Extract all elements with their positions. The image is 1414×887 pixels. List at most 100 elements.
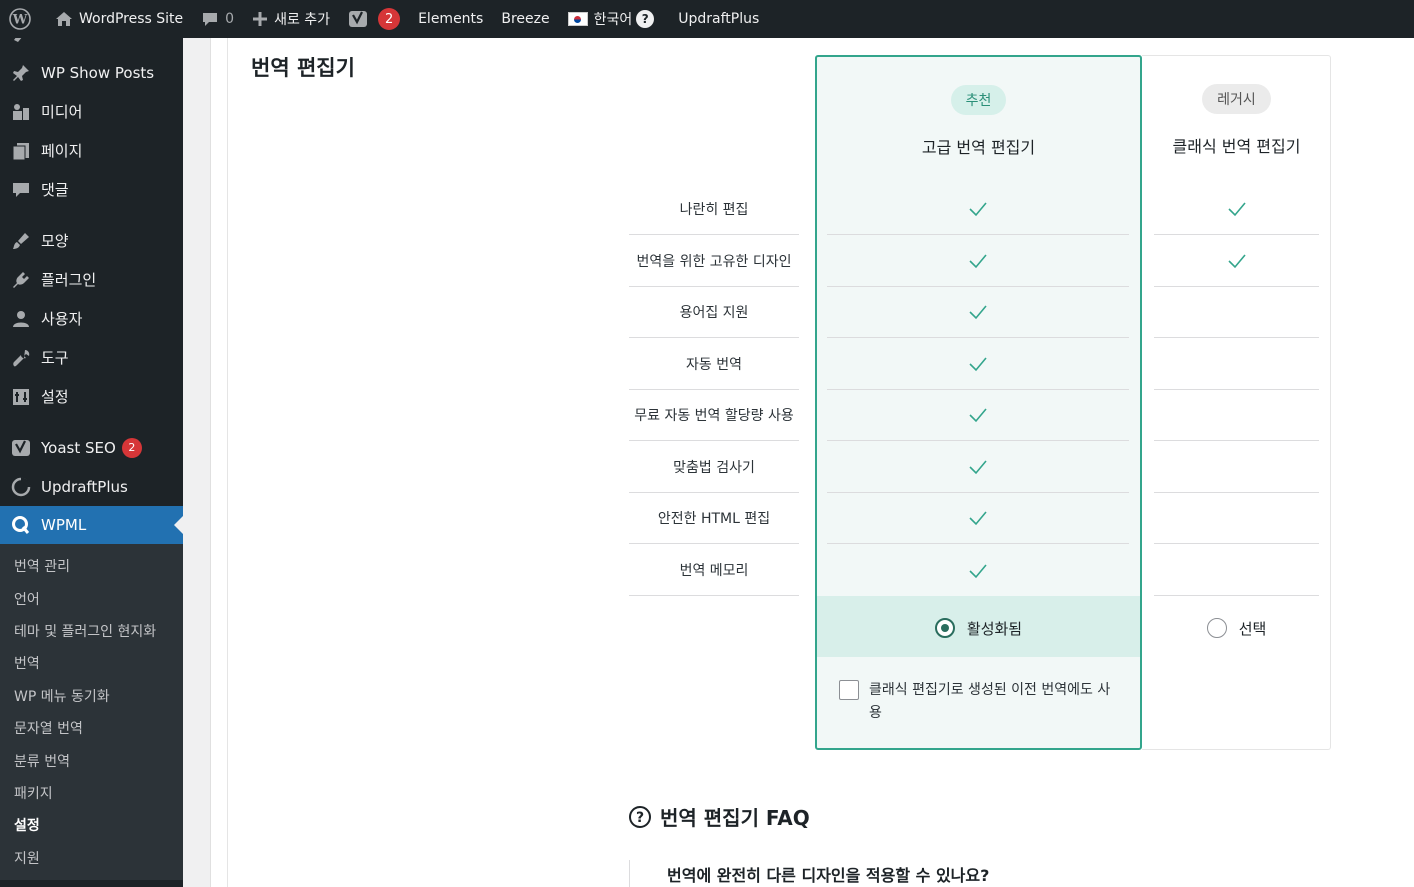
select-label: 선택 — [1238, 619, 1267, 638]
sidebar-item-label: UpdraftPlus — [41, 477, 128, 496]
check-icon — [969, 408, 987, 423]
brush-icon — [10, 230, 32, 252]
advanced-feature-cell — [827, 184, 1129, 235]
classic-feature-cell — [1154, 236, 1319, 287]
yoast-menu[interactable]: 2 — [339, 0, 409, 38]
site-name-link[interactable]: WordPress Site — [46, 0, 192, 38]
feature-label: 번역 메모리 — [629, 545, 799, 596]
submenu-theme-plugin-localization[interactable]: 테마 및 플러그인 현지화 — [0, 615, 183, 647]
classic-editor-radio[interactable] — [1206, 618, 1227, 638]
submenu-settings[interactable]: 설정 — [0, 809, 183, 841]
classic-feature-cell — [1154, 390, 1319, 441]
sidebar-item-tools[interactable]: 도구 — [0, 338, 183, 377]
check-icon — [969, 202, 987, 217]
sidebar-item-appearance[interactable]: 모양 — [0, 221, 183, 260]
advanced-feature-cell — [827, 545, 1129, 596]
check-icon — [969, 254, 987, 269]
check-icon — [969, 511, 987, 526]
sidebar-item-wpml[interactable]: WPML — [0, 506, 183, 544]
advanced-feature-cell — [827, 390, 1129, 441]
faq-title-text: 번역 편집기 FAQ — [660, 806, 810, 830]
sidebar-item-comments[interactable]: 댓글 — [0, 170, 183, 209]
comment-icon — [10, 179, 32, 201]
media-icon — [10, 101, 32, 123]
sidebar-item-plugins[interactable]: 플러그인 — [0, 260, 183, 299]
new-content-label: 새로 추가 — [274, 12, 331, 28]
sidebar-item-label: 사용자 — [41, 310, 83, 328]
submenu-translations[interactable]: 번역 — [0, 647, 183, 679]
check-icon — [1227, 202, 1246, 217]
advanced-feature-cell — [827, 339, 1129, 390]
elements-label: Elements — [418, 11, 484, 27]
new-content-button[interactable]: 새로 추가 — [243, 0, 339, 38]
updraftplus-link[interactable]: UpdraftPlus — [669, 0, 768, 38]
plugin-icon — [10, 269, 32, 291]
feature-label: 무료 자동 번역 할당량 사용 — [629, 390, 799, 441]
sidebar-item-wp-show-posts[interactable]: WP Show Posts — [0, 53, 183, 92]
advanced-feature-cell — [827, 236, 1129, 287]
plus-icon — [252, 11, 268, 27]
advanced-feature-cell — [827, 493, 1129, 544]
submenu-support[interactable]: 지원 — [0, 842, 183, 874]
check-icon — [969, 357, 987, 372]
sidebar-item-label: 도구 — [41, 349, 69, 367]
sidebar-item-updraftplus[interactable]: UpdraftPlus — [0, 467, 183, 506]
feature-label: 번역을 위한 고유한 디자인 — [629, 236, 799, 287]
svg-text:?: ? — [636, 810, 644, 826]
feature-label: 안전한 HTML 편집 — [629, 493, 799, 544]
activated-label: 활성화됨 — [966, 619, 1023, 638]
sidebar-item-media[interactable]: 미디어 — [0, 92, 183, 131]
sidebar-item-label: 페이지 — [41, 142, 83, 160]
submenu-string-translation[interactable]: 문자열 번역 — [0, 712, 183, 744]
check-icon — [969, 563, 987, 578]
breeze-link[interactable]: Breeze — [492, 0, 558, 38]
comment-bubble-icon — [201, 10, 219, 28]
sidebar-separator — [0, 209, 183, 221]
wordpress-logo-button[interactable]: W — [0, 0, 46, 38]
check-icon — [969, 305, 987, 320]
sidebar-item-pages[interactable]: 페이지 — [0, 131, 183, 170]
advanced-editor-radio-option[interactable]: 활성화됨 — [817, 616, 1140, 640]
wpml-submenu: 번역 관리 언어 테마 및 플러그인 현지화 번역 WP 메뉴 동기화 문자열 … — [0, 544, 183, 880]
submenu-translation-management[interactable]: 번역 관리 — [0, 550, 183, 582]
recommended-badge: 추천 — [951, 85, 1006, 115]
submenu-languages[interactable]: 언어 — [0, 582, 183, 614]
svg-text:W: W — [12, 13, 28, 28]
help-icon[interactable]: ? — [636, 10, 655, 28]
submenu-wp-menu-sync[interactable]: WP 메뉴 동기화 — [0, 680, 183, 712]
comments-link[interactable]: 0 — [192, 0, 243, 38]
updraft-icon — [10, 476, 32, 498]
classic-feature-cell — [1154, 545, 1319, 596]
sidebar-partial-icon — [0, 38, 183, 48]
use-for-old-translations-label: 클래식 편집기로 생성된 이전 번역에도 사용 — [869, 682, 1111, 721]
advanced-feature-cell — [827, 442, 1129, 493]
faq-question[interactable]: 번역에 완전히 다른 디자인을 적용할 수 있나요? — [629, 860, 989, 887]
breeze-label: Breeze — [501, 11, 550, 27]
sidebar-item-label: Yoast SEO — [41, 438, 116, 457]
use-for-old-translations-checkbox[interactable] — [839, 680, 859, 700]
language-switcher[interactable]: 한국어 ? — [559, 0, 664, 38]
submenu-packages[interactable]: 패키지 — [0, 777, 183, 809]
korea-flag-icon — [567, 12, 588, 26]
classic-editor-radio-option[interactable]: 선택 — [1142, 616, 1331, 640]
wrench-icon — [10, 347, 32, 369]
classic-feature-cell — [1154, 287, 1319, 338]
use-for-old-translations-option[interactable]: 클래식 편집기로 생성된 이전 번역에도 사용 — [839, 679, 1119, 725]
submenu-taxonomy-translation[interactable]: 분류 번역 — [0, 744, 183, 776]
advanced-editor-radio[interactable] — [934, 618, 955, 638]
classic-editor-title: 클래식 번역 편집기 — [1172, 137, 1301, 156]
pin-icon — [10, 62, 32, 84]
sidebar-item-label: WPML — [41, 516, 87, 534]
home-icon — [55, 10, 73, 28]
site-name: WordPress Site — [79, 11, 184, 27]
sidebar-item-settings[interactable]: 설정 — [0, 377, 183, 416]
classic-feature-cell — [1154, 184, 1319, 235]
sidebar-item-yoast-seo[interactable]: Yoast SEO 2 — [0, 428, 183, 467]
updraftplus-label: UpdraftPlus — [678, 11, 760, 27]
question-circle-icon: ? — [628, 805, 652, 829]
yoast-icon — [348, 9, 368, 29]
settings-icon — [10, 386, 32, 408]
sidebar-item-users[interactable]: 사용자 — [0, 299, 183, 338]
advanced-feature-cell — [827, 287, 1129, 338]
elements-link[interactable]: Elements — [409, 0, 492, 38]
